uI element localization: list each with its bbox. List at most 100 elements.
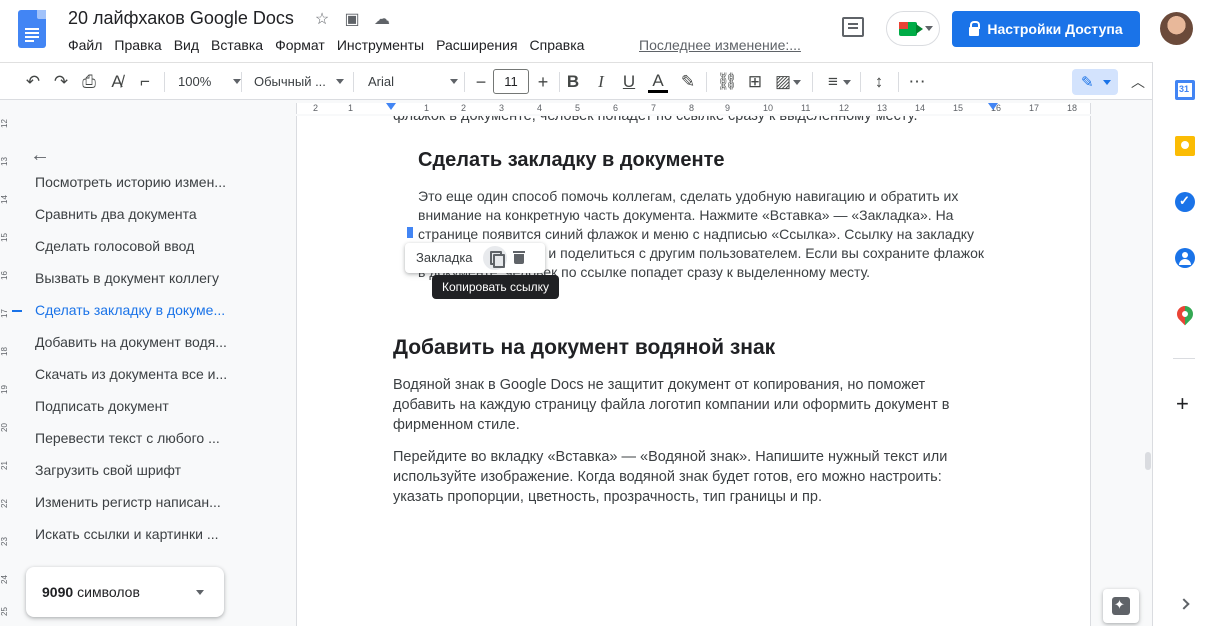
- ruler-label: 14: [915, 103, 926, 113]
- line-spacing-icon[interactable]: ↕: [868, 71, 890, 93]
- style-select[interactable]: Обычный ...: [254, 63, 344, 100]
- last-edit-link[interactable]: Последнее изменение:...: [639, 37, 801, 53]
- delete-bookmark-icon[interactable]: [513, 251, 525, 264]
- hide-menus-icon[interactable]: ︿: [1127, 71, 1149, 93]
- ruler-label: 16: [0, 271, 9, 280]
- calendar-icon[interactable]: [1175, 80, 1195, 100]
- scrollbar-thumb[interactable]: [1145, 452, 1151, 470]
- cloud-status-icon[interactable]: ☁: [372, 9, 392, 29]
- outline-item[interactable]: Изменить регистр написан...: [35, 494, 221, 510]
- ruler-label: 13: [877, 103, 888, 113]
- ruler-label: 7: [651, 103, 657, 113]
- underline-button[interactable]: U: [618, 71, 640, 93]
- copy-link-icon[interactable]: [483, 246, 507, 270]
- chevron-down-icon: [196, 590, 204, 595]
- back-arrow-icon[interactable]: ←: [30, 144, 50, 167]
- paragraph-line: используйте изображение. Когда водяной з…: [393, 469, 942, 485]
- bold-button[interactable]: B: [562, 71, 584, 93]
- menu-bar: Файл Правка Вид Вставка Формат Инструмен…: [68, 37, 596, 53]
- paragraph-line: Водяной знак в Google Docs не защитит до…: [393, 377, 926, 393]
- toolbar: ↶ ↷ ⎙ A̸ ⌐ 100% Обычный ... Arial − 11 +…: [0, 62, 1152, 100]
- horizontal-ruler[interactable]: 2 1 1 2 3 4 5 6 7 8 9 10 11 12 13 14 15 …: [0, 100, 1152, 116]
- ruler-label: 12: [839, 103, 850, 113]
- explore-button[interactable]: [1103, 589, 1139, 623]
- outline-item[interactable]: Загрузить свой шрифт: [35, 462, 181, 478]
- chevron-down-icon[interactable]: [793, 80, 801, 85]
- add-comment-icon[interactable]: ⊞: [744, 71, 766, 93]
- left-indent-marker[interactable]: [386, 103, 396, 110]
- align-icon[interactable]: ≡: [822, 71, 844, 93]
- font-select[interactable]: Arial: [368, 63, 459, 100]
- tasks-icon[interactable]: [1175, 192, 1195, 212]
- paragraph-watermark-1: Водяной знак в Google Docs не защитит до…: [393, 375, 993, 435]
- redo-icon[interactable]: ↷: [50, 71, 72, 93]
- outline-item[interactable]: Перевести текст с любого ...: [35, 430, 220, 446]
- maps-icon[interactable]: [1173, 302, 1197, 326]
- outline-item[interactable]: Сделать голосовой ввод: [35, 238, 194, 254]
- menu-view[interactable]: Вид: [174, 37, 204, 53]
- insert-link-icon[interactable]: ⛓: [716, 71, 738, 93]
- vertical-ruler: 12 13 14 15 16 17 18 19 20 21 22 23 24 2…: [0, 116, 10, 626]
- share-button[interactable]: Настройки Доступа: [952, 11, 1140, 47]
- star-icon[interactable]: ☆: [312, 9, 332, 29]
- print-icon[interactable]: ⎙: [78, 71, 100, 93]
- meet-button[interactable]: [886, 11, 940, 46]
- ruler-label: 4: [537, 103, 543, 113]
- expand-panel-icon[interactable]: [1178, 598, 1190, 610]
- outline-item[interactable]: Скачать из документа все и...: [35, 366, 227, 382]
- outline-item-active[interactable]: Сделать закладку в докуме...: [35, 302, 225, 318]
- menu-format[interactable]: Формат: [275, 37, 330, 53]
- keep-icon[interactable]: [1175, 136, 1195, 156]
- paragraph-line: добавить на каждую страницу файла логоти…: [393, 397, 950, 413]
- contacts-icon[interactable]: [1175, 248, 1195, 268]
- document-outline: ← Посмотреть историю измен... Сравнить д…: [10, 116, 280, 626]
- editing-mode-button[interactable]: ✎: [1072, 69, 1118, 95]
- move-folder-icon[interactable]: ▣: [342, 9, 362, 29]
- menu-file[interactable]: Файл: [68, 37, 107, 53]
- scrollbar-track[interactable]: [1140, 116, 1152, 626]
- ruler-label: 24: [0, 575, 9, 584]
- outline-item[interactable]: Посмотреть историю измен...: [35, 174, 226, 190]
- paragraph-line: флажок в документе, человек попадет по с…: [393, 116, 918, 124]
- font-size-input[interactable]: 11: [493, 69, 529, 94]
- outline-item[interactable]: Вызвать в документ коллегу: [35, 270, 219, 286]
- docs-logo-icon[interactable]: [18, 10, 46, 48]
- highlight-icon[interactable]: ✎: [677, 71, 699, 93]
- ruler-label: 3: [499, 103, 505, 113]
- undo-icon[interactable]: ↶: [22, 71, 44, 93]
- bookmark-flag-icon[interactable]: [407, 227, 413, 238]
- paragraph-line: фирменном стиле.: [393, 417, 520, 433]
- outline-item[interactable]: Искать ссылки и картинки ...: [35, 526, 219, 542]
- menu-edit[interactable]: Правка: [114, 37, 166, 53]
- more-options-icon[interactable]: ⋯: [906, 71, 928, 93]
- spellcheck-icon[interactable]: A̸: [106, 71, 128, 93]
- comments-icon[interactable]: [842, 17, 864, 37]
- side-panel: +: [1152, 62, 1211, 626]
- ruler-label: 15: [0, 233, 9, 242]
- decrease-font-size-button[interactable]: −: [470, 71, 492, 93]
- ruler-label: 5: [575, 103, 581, 113]
- pencil-icon: ✎: [1081, 74, 1094, 91]
- zoom-select[interactable]: 100%: [178, 63, 242, 100]
- document-page[interactable]: флажок в документе, человек попадет по с…: [296, 116, 1091, 626]
- ruler-label: 17: [0, 309, 9, 318]
- word-count-widget[interactable]: 9090 символов: [26, 567, 224, 617]
- text-color-button[interactable]: A: [648, 71, 668, 93]
- outline-item[interactable]: Добавить на документ водя...: [35, 334, 227, 350]
- right-indent-marker[interactable]: [988, 103, 998, 110]
- outline-item[interactable]: Подписать документ: [35, 398, 169, 414]
- menu-extensions[interactable]: Расширения: [436, 37, 522, 53]
- chevron-down-icon[interactable]: [843, 80, 851, 85]
- avatar[interactable]: [1160, 12, 1193, 45]
- doc-title[interactable]: 20 лайфхаков Google Docs: [68, 8, 294, 29]
- italic-button[interactable]: I: [590, 71, 612, 93]
- menu-help[interactable]: Справка: [530, 37, 590, 53]
- menu-insert[interactable]: Вставка: [211, 37, 268, 53]
- word-count-unit: символов: [77, 584, 140, 600]
- add-addon-icon[interactable]: +: [1176, 393, 1189, 415]
- menu-tools[interactable]: Инструменты: [337, 37, 429, 53]
- insert-image-icon[interactable]: ▨: [772, 71, 794, 93]
- paint-format-icon[interactable]: ⌐: [134, 71, 156, 93]
- outline-item[interactable]: Сравнить два документа: [35, 206, 197, 222]
- increase-font-size-button[interactable]: +: [532, 71, 554, 93]
